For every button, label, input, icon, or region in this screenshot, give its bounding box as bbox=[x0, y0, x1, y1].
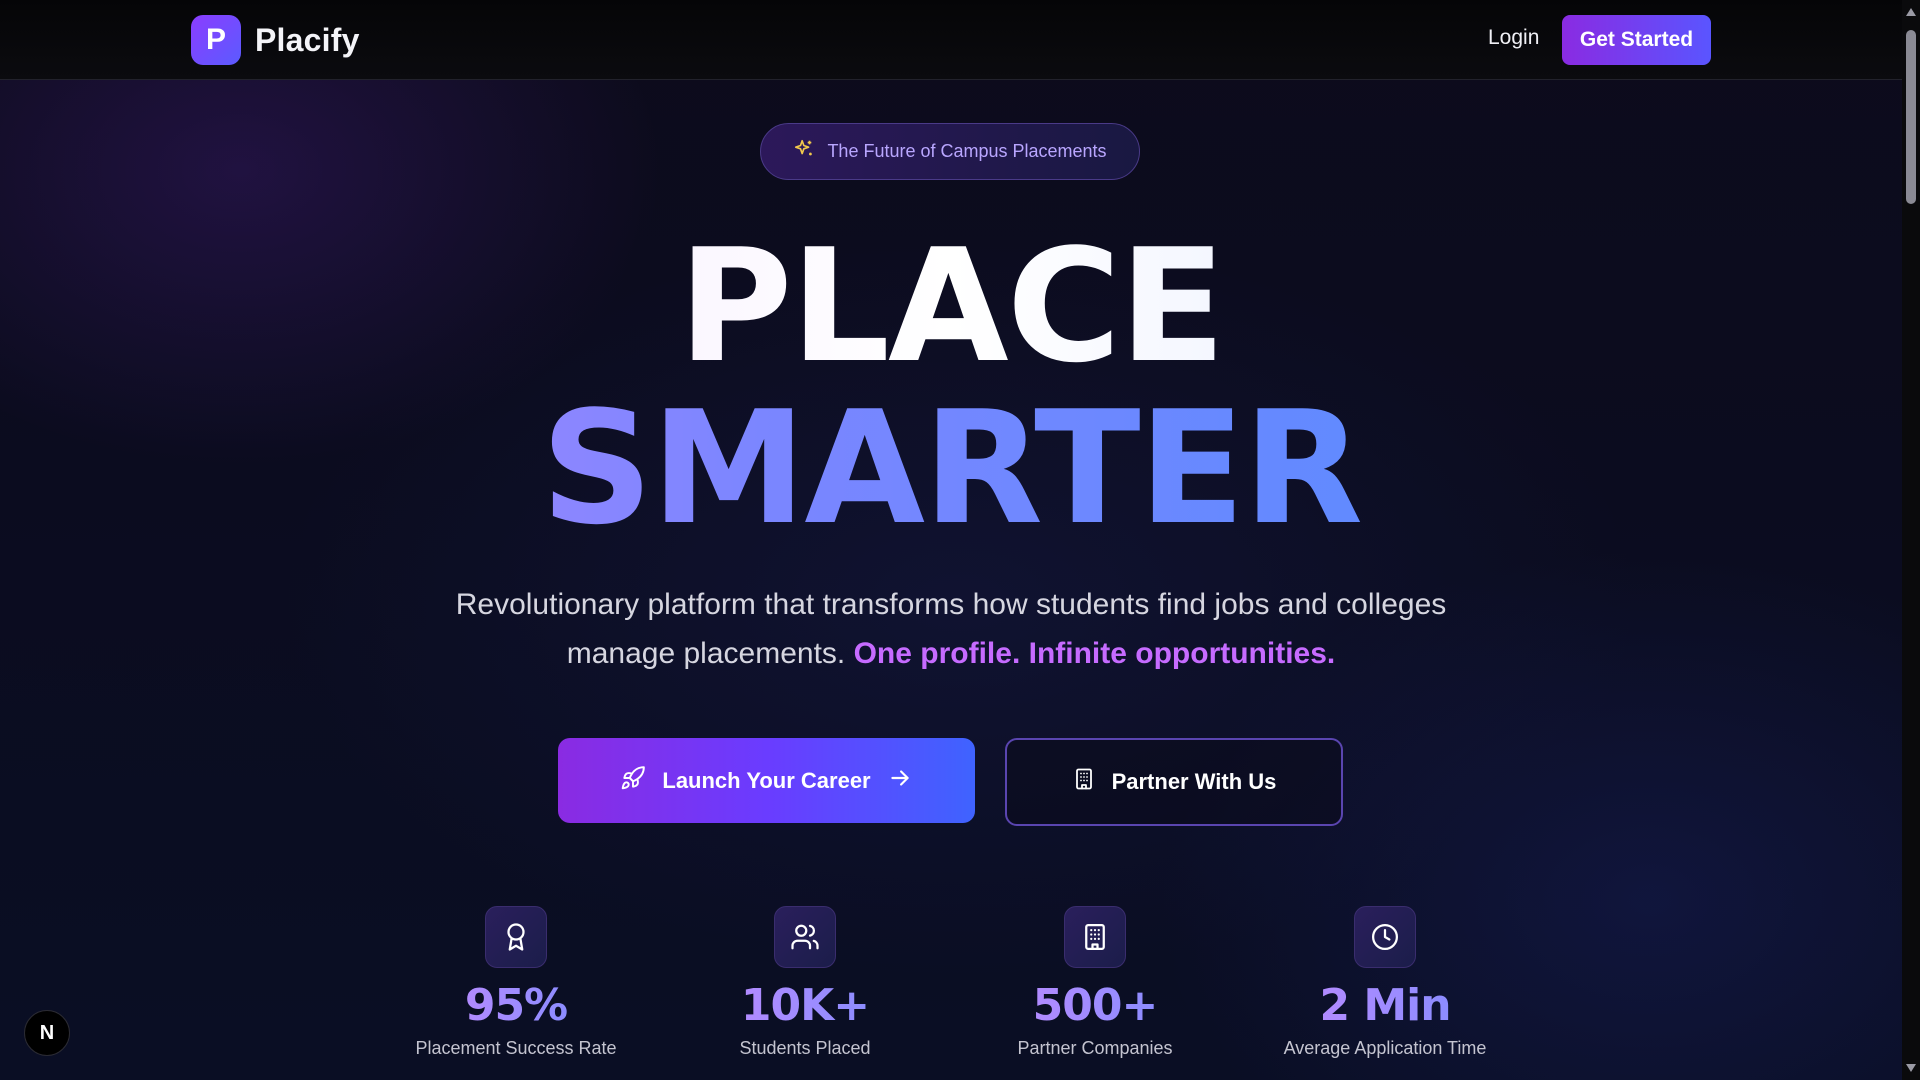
stat-value: 95% bbox=[464, 980, 568, 1031]
stat-value: 500+ bbox=[1032, 980, 1159, 1031]
hero-subtitle: Revolutionary platform that transforms h… bbox=[400, 580, 1502, 678]
subtitle-highlight: One profile. Infinite opportunities. bbox=[853, 637, 1336, 670]
brand[interactable]: P Placify bbox=[191, 15, 360, 65]
landing-page: P Placify Login Get Started The Future o… bbox=[0, 0, 1920, 1080]
stat-application-time: 2 Min Average Application Time bbox=[1235, 906, 1535, 1059]
dev-tools-badge[interactable]: N bbox=[24, 1010, 70, 1056]
scroll-down-arrow-icon[interactable] bbox=[1906, 1064, 1916, 1072]
logo-icon: P bbox=[191, 15, 241, 65]
award-icon bbox=[485, 906, 547, 968]
stat-label: Students Placed bbox=[739, 1038, 871, 1058]
stat-students-placed: 10K+ Students Placed bbox=[655, 906, 955, 1059]
scroll-up-arrow-icon[interactable] bbox=[1906, 8, 1916, 16]
launch-career-button[interactable]: Launch Your Career bbox=[558, 738, 975, 823]
stat-partner-companies: 500+ Partner Companies bbox=[945, 906, 1245, 1059]
stat-label: Average Application Time bbox=[1283, 1038, 1487, 1058]
stat-value: 10K+ bbox=[740, 980, 870, 1031]
tagline-pill: The Future of Campus Placements bbox=[760, 123, 1140, 180]
top-navbar: P Placify Login Get Started bbox=[0, 0, 1902, 80]
brand-name: Placify bbox=[255, 21, 360, 58]
page-scrollbar[interactable] bbox=[1902, 0, 1920, 1080]
subtitle-line-1: Revolutionary platform that transforms h… bbox=[455, 588, 1447, 621]
partner-with-us-button[interactable]: Partner With Us bbox=[1005, 738, 1343, 826]
get-started-button[interactable]: Get Started bbox=[1562, 15, 1711, 65]
tagline-text: The Future of Campus Placements bbox=[827, 141, 1107, 161]
users-icon bbox=[774, 906, 836, 968]
partner-with-us-label: Partner With Us bbox=[1111, 769, 1277, 794]
subtitle-line-2: manage placements. bbox=[566, 637, 846, 670]
building-icon bbox=[1072, 767, 1096, 797]
login-link[interactable]: Login bbox=[1488, 26, 1539, 50]
stat-label: Partner Companies bbox=[1017, 1038, 1173, 1058]
stat-value: 2 Min bbox=[1319, 980, 1451, 1031]
stat-label: Placement Success Rate bbox=[415, 1038, 617, 1058]
headline-line-1: PLACE bbox=[0, 228, 1902, 384]
launch-career-label: Launch Your Career bbox=[662, 767, 871, 793]
sparkles-icon bbox=[793, 138, 815, 165]
building-icon bbox=[1064, 906, 1126, 968]
scroll-thumb[interactable] bbox=[1906, 30, 1916, 204]
clock-icon bbox=[1354, 906, 1416, 968]
rocket-icon bbox=[620, 765, 646, 797]
headline-line-2: SMARTER bbox=[0, 390, 1902, 546]
stat-placement-success: 95% Placement Success Rate bbox=[366, 906, 666, 1059]
arrow-right-icon bbox=[887, 765, 913, 797]
